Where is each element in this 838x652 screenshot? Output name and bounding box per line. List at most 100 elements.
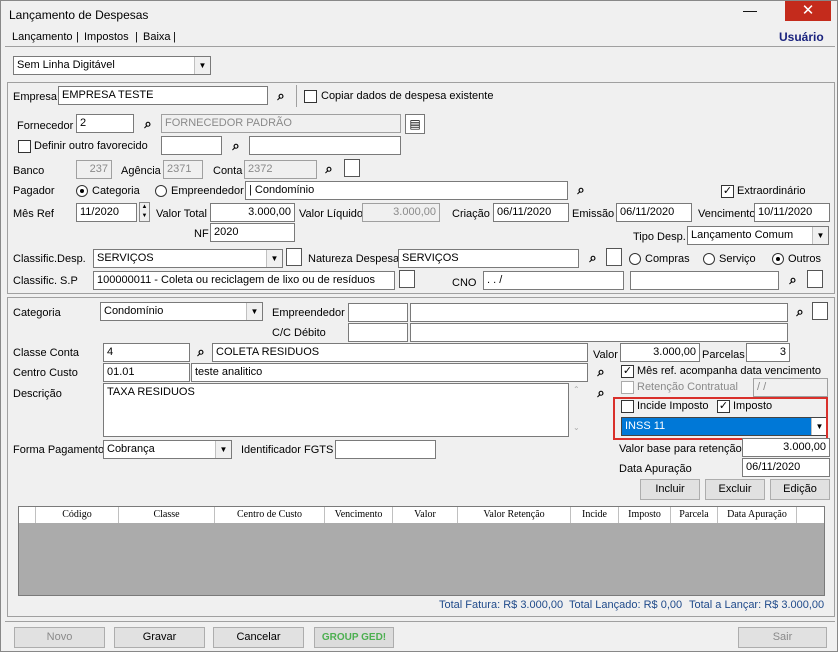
pagador-categoria-radio[interactable] (76, 185, 88, 197)
data-apuracao-label: Data Apuração (619, 463, 692, 475)
emissao-field[interactable]: 06/11/2020 (616, 203, 692, 222)
grid-col-parcela[interactable]: Parcela (671, 507, 718, 523)
close-button[interactable]: ✕ (785, 1, 831, 21)
conta-field: 2372 (244, 160, 317, 179)
pagador-field[interactable]: | Condomínio (245, 181, 568, 200)
edicao-button[interactable]: Edição (770, 479, 830, 500)
fgts-field[interactable] (335, 440, 436, 459)
binoculars-icon[interactable]: ⌕ (783, 270, 803, 290)
descricao-textarea[interactable]: TAXA RESIDUOS (103, 383, 569, 437)
scroll-up-icon[interactable]: ⌃ (573, 385, 580, 394)
gravar-button[interactable]: Gravar (114, 627, 205, 648)
mesref-field[interactable]: 11/2020 (76, 203, 137, 222)
classif-desp-select[interactable]: SERVIÇOS ▼ (93, 249, 283, 268)
binoculars-icon[interactable]: ⌕ (583, 248, 603, 268)
mesref-acompanha-checkbox[interactable]: ✓ (621, 365, 634, 378)
valor-total-field[interactable]: 3.000,00 (210, 203, 295, 222)
compras-radio[interactable] (629, 253, 641, 265)
valor-base-field[interactable]: 3.000,00 (742, 438, 830, 457)
excluir-button[interactable]: Excluir (705, 479, 765, 500)
binoculars-icon[interactable]: ⌕ (591, 383, 611, 403)
items-grid[interactable]: Código Classe Centro de Custo Vencimento… (18, 506, 825, 596)
categoria-select[interactable]: Condomínio ▼ (100, 302, 263, 321)
document-icon[interactable] (811, 302, 831, 322)
grid-col-valor[interactable]: Valor (393, 507, 458, 523)
incluir-button[interactable]: Incluir (640, 479, 700, 500)
scroll-down-icon[interactable]: ⌄ (573, 423, 580, 432)
mesref-spinner[interactable]: ▲ ▼ (139, 202, 150, 222)
binoculars-icon[interactable]: ⌕ (571, 180, 591, 200)
binoculars-icon[interactable]: ⌕ (790, 302, 810, 322)
pagador-empreendedor-radio[interactable] (155, 185, 167, 197)
mesref-label: Mês Ref (13, 208, 54, 220)
sair-button[interactable]: Sair (738, 627, 827, 648)
classe-conta-code-field[interactable]: 4 (103, 343, 190, 362)
grid-col-centro[interactable]: Centro de Custo (215, 507, 325, 523)
document-icon[interactable] (398, 270, 418, 290)
form-icon[interactable]: ▤ (405, 114, 425, 134)
grid-header: Código Classe Centro de Custo Vencimento… (19, 507, 824, 523)
binoculars-icon[interactable]: ⌕ (191, 342, 211, 362)
cno-name-field[interactable] (630, 271, 779, 290)
classe-conta-name-field[interactable]: COLETA RESIDUOS (212, 343, 588, 362)
document-icon[interactable] (806, 270, 826, 290)
grid-col-codigo[interactable]: Código (36, 507, 119, 523)
favorecido-code-field[interactable] (161, 136, 222, 155)
natureza-field[interactable]: SERVIÇOS (398, 249, 579, 268)
grid-col-apuracao[interactable]: Data Apuração (718, 507, 797, 523)
binoculars-icon[interactable]: ⌕ (591, 362, 611, 382)
linha-digitavel-select[interactable]: Sem Linha Digitável ▼ (13, 56, 211, 75)
retencao-label: Retenção Contratual (637, 381, 738, 393)
empresa-field[interactable]: EMPRESA TESTE (58, 86, 268, 105)
natureza-label: Natureza Despesa (308, 253, 400, 265)
parcelas-field[interactable]: 3 (746, 343, 790, 362)
favorecido-checkbox[interactable] (18, 140, 31, 153)
binoculars-icon[interactable]: ⌕ (271, 86, 291, 106)
outros-radio[interactable] (772, 253, 784, 265)
cc-debito-name-field[interactable] (410, 323, 788, 342)
tab-impostos[interactable]: Impostos (84, 31, 129, 43)
cno-field[interactable]: . . / (483, 271, 624, 290)
empreendedor-name-field[interactable] (410, 303, 788, 322)
grid-col-classe[interactable]: Classe (119, 507, 215, 523)
copy-expense-checkbox[interactable] (304, 90, 317, 103)
cancelar-button[interactable]: Cancelar (213, 627, 304, 648)
document-icon[interactable] (605, 248, 625, 268)
empreendedor-code-field[interactable] (348, 303, 408, 322)
centro-custo-name-field[interactable]: teste analitico (191, 363, 588, 382)
grid-col-incide[interactable]: Incide (571, 507, 619, 523)
chevron-down-icon: ▼ (215, 441, 231, 458)
chevron-down-icon: ▼ (812, 227, 828, 244)
grid-col-vencimento[interactable]: Vencimento (325, 507, 393, 523)
vencimento-field[interactable]: 10/11/2020 (754, 203, 830, 222)
tab-lancamento[interactable]: Lançamento (12, 31, 73, 43)
grid-col-retencao[interactable]: Valor Retenção (458, 507, 571, 523)
footer-divider (5, 621, 835, 622)
binoculars-icon[interactable]: ⌕ (138, 114, 158, 134)
tipo-desp-select[interactable]: Lançamento Comum ▼ (687, 226, 829, 245)
pagador-categoria-label: Categoria (92, 185, 140, 197)
servico-radio[interactable] (703, 253, 715, 265)
forma-pagamento-select[interactable]: Cobrança ▼ (103, 440, 232, 459)
cc-debito-code-field[interactable] (348, 323, 408, 342)
minimize-button[interactable]: — (736, 1, 764, 21)
favorecido-name-field[interactable] (249, 136, 401, 155)
data-apuracao-field[interactable]: 06/11/2020 (742, 458, 830, 477)
centro-custo-code-field[interactable]: 01.01 (103, 363, 190, 382)
tab-baixa[interactable]: Baixa (143, 31, 171, 43)
document-icon[interactable] (343, 159, 363, 179)
valor-field[interactable]: 3.000,00 (620, 343, 700, 362)
grid-col-imposto[interactable]: Imposto (619, 507, 671, 523)
novo-button[interactable]: Novo (14, 627, 105, 648)
document-icon[interactable] (285, 248, 305, 268)
binoculars-icon[interactable]: ⌕ (319, 159, 339, 179)
retencao-checkbox[interactable] (621, 381, 634, 394)
nf-field[interactable]: 2020 (210, 223, 295, 242)
classif-sp-field[interactable]: 100000011 - Coleta ou reciclagem de lixo… (93, 271, 395, 290)
fornecedor-code-field[interactable]: 2 (76, 114, 134, 133)
fornecedor-name-field: FORNECEDOR PADRÃO (161, 114, 401, 133)
groupged-logo-button[interactable]: GROUP GED! (314, 627, 394, 648)
binoculars-icon[interactable]: ⌕ (226, 136, 246, 156)
extraordinario-checkbox[interactable]: ✓ (721, 185, 734, 198)
criacao-field[interactable]: 06/11/2020 (493, 203, 569, 222)
